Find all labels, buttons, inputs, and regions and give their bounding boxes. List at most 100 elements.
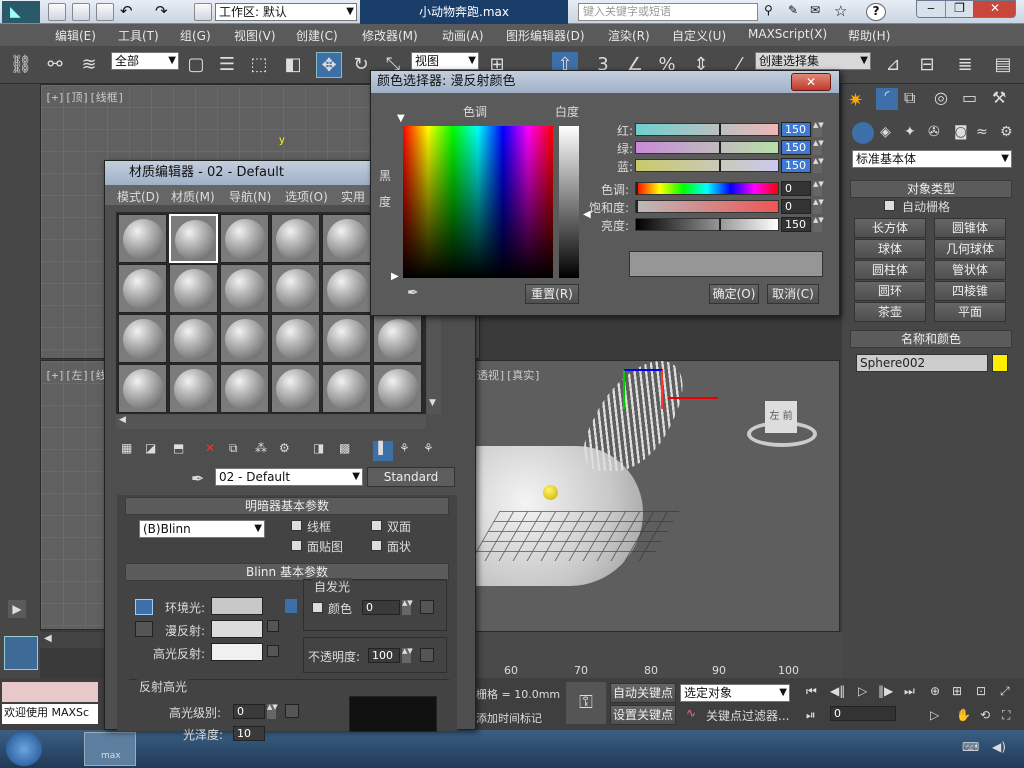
color-slider[interactable] bbox=[635, 200, 779, 213]
select-object-icon[interactable]: ▢ bbox=[183, 52, 209, 78]
maxscript-listener-pink[interactable] bbox=[2, 682, 98, 702]
face-map-checkbox[interactable] bbox=[291, 540, 302, 551]
unlink-icon[interactable]: ⚯ bbox=[42, 52, 68, 78]
restore-button[interactable]: ❐ bbox=[945, 1, 973, 17]
material-slot[interactable] bbox=[271, 264, 320, 313]
name-color-rollout[interactable]: 名称和颜色 bbox=[850, 330, 1012, 348]
put-to-library-icon[interactable]: ⚙ bbox=[279, 441, 290, 455]
material-slot[interactable] bbox=[118, 314, 167, 363]
opacity-spin-arrows[interactable]: ▲▼ bbox=[402, 648, 413, 663]
key-mode-icon[interactable]: ⏯ bbox=[806, 708, 816, 723]
next-frame-icon[interactable]: ‖▶ bbox=[878, 684, 893, 698]
material-slot[interactable] bbox=[220, 314, 269, 363]
ok-button[interactable]: 确定(O) bbox=[709, 284, 759, 304]
cylinder-button[interactable]: 圆柱体 bbox=[854, 260, 926, 280]
hue-pointer-icon[interactable]: ▼ bbox=[397, 113, 405, 124]
copy-material-icon[interactable]: ⧉ bbox=[229, 441, 238, 456]
slider-thumb[interactable] bbox=[718, 159, 721, 172]
material-slot[interactable] bbox=[271, 364, 320, 413]
eyedropper-picker-icon[interactable]: ✒ bbox=[407, 285, 419, 301]
show-end-result-icon[interactable]: ▌ bbox=[373, 441, 393, 461]
viewcube[interactable]: 左 前 bbox=[765, 401, 797, 433]
get-material-icon[interactable]: ▦ bbox=[121, 441, 132, 455]
viewport-persp-label[interactable]: 透视][真实] bbox=[477, 367, 541, 383]
menu-edit[interactable]: 编辑(E) bbox=[55, 27, 96, 44]
workspace-select[interactable]: 工作区: 默认 ▼ bbox=[215, 3, 357, 21]
object-name-input[interactable]: Sphere002 bbox=[856, 354, 988, 372]
slider-thumb[interactable] bbox=[718, 141, 721, 154]
color-slider[interactable] bbox=[635, 123, 779, 136]
graphite-icon[interactable]: ▤ bbox=[990, 52, 1016, 78]
viewport-layout-icon[interactable] bbox=[4, 636, 38, 670]
me-menu-modes[interactable]: 模式(D) bbox=[117, 188, 160, 205]
color-slider[interactable] bbox=[635, 182, 779, 195]
viewport-perspective[interactable]: 透视][真实] 左 前 bbox=[470, 360, 840, 632]
color-slider[interactable] bbox=[635, 218, 779, 231]
plane-button[interactable]: 平面 bbox=[934, 302, 1006, 322]
viewport-top-label[interactable]: [+][顶][线框] bbox=[45, 89, 124, 105]
play-icon[interactable]: ▷ bbox=[858, 684, 867, 698]
material-slot[interactable] bbox=[322, 314, 371, 363]
select-by-name-icon[interactable]: ☰ bbox=[214, 52, 240, 78]
make-unique-icon[interactable]: ⁂ bbox=[255, 441, 267, 455]
utilities-tab-icon[interactable]: ⚒ bbox=[992, 88, 1006, 107]
reference-coord-select[interactable]: 视图 ▼ bbox=[411, 52, 479, 70]
close-window-button[interactable]: ✕ bbox=[973, 1, 1015, 17]
opacity-spinner[interactable]: 100 bbox=[368, 648, 400, 663]
diffuse-map-button[interactable] bbox=[267, 620, 279, 632]
key-selection-select[interactable]: 选定对象 ▼ bbox=[680, 684, 790, 702]
material-slot[interactable] bbox=[169, 214, 218, 263]
color-spin-arrows[interactable]: ▲▼ bbox=[813, 140, 824, 155]
primitive-category-select[interactable]: 标准基本体 ▼ bbox=[852, 150, 1012, 168]
color-value-spinner[interactable]: 150 bbox=[781, 217, 811, 232]
wire-checkbox[interactable] bbox=[291, 520, 302, 531]
spacewarps-icon[interactable]: ≈ bbox=[976, 124, 988, 140]
menu-rendering[interactable]: 渲染(R) bbox=[608, 27, 650, 44]
timeline-ruler[interactable]: 60 70 80 90 100 bbox=[474, 632, 842, 678]
helpers-icon[interactable]: ◙ bbox=[954, 124, 968, 140]
shapes-icon[interactable]: ◈ bbox=[880, 124, 891, 140]
redo-icon[interactable]: ↷ bbox=[155, 2, 168, 20]
open-file-icon[interactable] bbox=[72, 3, 90, 21]
slider-thumb[interactable] bbox=[718, 218, 721, 231]
taskbar-3dsmax-icon[interactable]: max bbox=[84, 732, 136, 766]
save-file-icon[interactable] bbox=[96, 3, 114, 21]
whiteness-bar[interactable] bbox=[559, 126, 579, 278]
spec-level-spin-arrows[interactable]: ▲▼ bbox=[267, 704, 278, 719]
subscription-icon[interactable]: ✎ bbox=[788, 3, 798, 17]
color-spin-arrows[interactable]: ▲▼ bbox=[813, 181, 824, 196]
slider-thumb[interactable] bbox=[636, 200, 638, 213]
slider-thumb[interactable] bbox=[636, 182, 638, 195]
color-value-spinner[interactable]: 0 bbox=[781, 181, 811, 196]
pan-icon[interactable]: ✋ bbox=[956, 708, 971, 722]
color-slider[interactable] bbox=[635, 141, 779, 154]
geometry-icon[interactable] bbox=[852, 122, 874, 144]
set-key-mode-icon[interactable]: ⚿ bbox=[566, 682, 606, 724]
start-button[interactable] bbox=[6, 732, 42, 766]
me-menu-options[interactable]: 选项(O) bbox=[285, 188, 328, 205]
favorites-icon[interactable]: ☆ bbox=[834, 2, 847, 20]
self-illum-map-button[interactable] bbox=[420, 600, 434, 614]
glossiness-spinner[interactable]: 10 bbox=[233, 726, 265, 741]
material-slot[interactable] bbox=[322, 264, 371, 313]
undo-icon[interactable]: ↶ bbox=[120, 2, 133, 20]
project-folder-icon[interactable] bbox=[194, 3, 212, 21]
object-type-rollout[interactable]: 对象类型 bbox=[850, 180, 1012, 198]
go-sibling-icon[interactable]: ⚘ bbox=[423, 441, 434, 455]
material-slot[interactable] bbox=[322, 214, 371, 263]
spec-level-spinner[interactable]: 0 bbox=[233, 704, 265, 719]
pyramid-button[interactable]: 四棱锥 bbox=[934, 281, 1006, 301]
set-key-button[interactable]: 设置关键点 bbox=[610, 705, 676, 725]
modify-tab-icon[interactable]: ◜ bbox=[876, 88, 898, 110]
viewport-left-label[interactable]: [+][左][线 bbox=[45, 367, 107, 383]
help-icon[interactable]: ? bbox=[866, 3, 886, 21]
torus-button[interactable]: 圆环 bbox=[854, 281, 926, 301]
material-slot[interactable] bbox=[322, 364, 371, 413]
self-illum-spin-arrows[interactable]: ▲▼ bbox=[402, 600, 413, 615]
auto-key-button[interactable]: 自动关键点 bbox=[610, 683, 676, 703]
specular-color-swatch[interactable] bbox=[211, 643, 263, 661]
goto-end-icon[interactable]: ⏭ bbox=[904, 684, 915, 699]
menu-group[interactable]: 组(G) bbox=[180, 27, 211, 44]
faceted-checkbox[interactable] bbox=[371, 540, 382, 551]
material-slot[interactable] bbox=[220, 214, 269, 263]
